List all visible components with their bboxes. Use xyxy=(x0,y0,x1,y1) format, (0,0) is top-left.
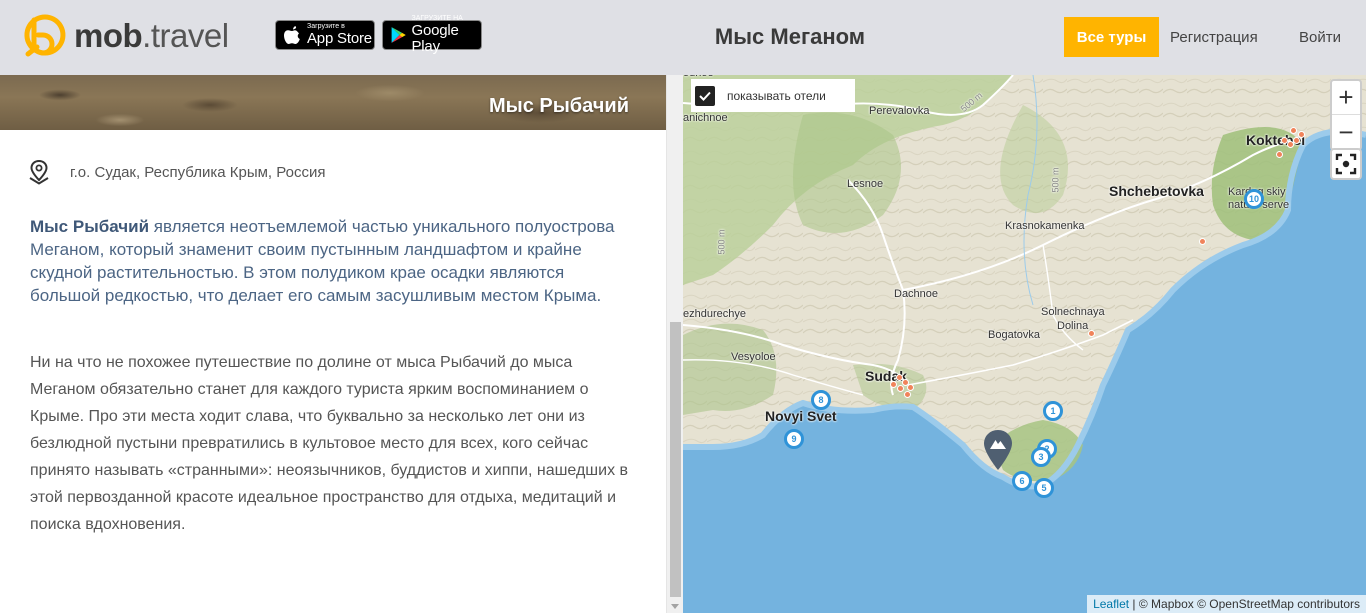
logo-icon xyxy=(24,14,66,57)
hotel-dot[interactable] xyxy=(1276,151,1283,158)
place-label: ezhdurechye xyxy=(683,308,746,320)
hero-image: Мыс Рыбачий xyxy=(0,75,666,130)
leaflet-link[interactable]: Leaflet xyxy=(1093,597,1129,611)
hotel-dot[interactable] xyxy=(904,391,911,398)
location-text: г.о. Судак, Республика Крым, Россия xyxy=(70,163,326,181)
location-row: г.о. Судак, Республика Крым, Россия xyxy=(28,159,325,185)
scrollbar[interactable] xyxy=(666,75,683,613)
attribution-text: | © Mapbox © OpenStreetMap contributors xyxy=(1129,597,1360,611)
hotel-dot[interactable] xyxy=(897,385,904,392)
lead-bold: Мыс Рыбачий xyxy=(30,217,150,236)
body-paragraph: Ни на что не похожее путешествие по доли… xyxy=(30,354,629,533)
app-store-label: App Store xyxy=(307,30,372,47)
checkbox-checked-icon[interactable] xyxy=(695,85,715,106)
google-play-button[interactable]: ЗАГРУЗИТЕ НА Google Play xyxy=(382,15,482,55)
map-marker[interactable]: 9 xyxy=(784,429,804,449)
hotel-dot[interactable] xyxy=(1088,330,1095,337)
place-label-krasnokamenka: Krasnokamenka xyxy=(1005,220,1085,232)
app-store-button[interactable]: Загрузите в App Store xyxy=(275,20,375,50)
show-hotels-label: показывать отели xyxy=(727,88,826,103)
hotel-dot[interactable] xyxy=(1293,137,1300,144)
map-marker[interactable]: 8 xyxy=(811,390,831,410)
place-label-perevalovka: Perevalovka xyxy=(869,105,930,117)
hotel-dot[interactable] xyxy=(907,384,914,391)
scrollbar-thumb[interactable] xyxy=(670,322,681,597)
hotel-dot[interactable] xyxy=(1199,238,1206,245)
map-marker[interactable]: 6 xyxy=(1012,471,1032,491)
hotel-dot[interactable] xyxy=(1290,127,1297,134)
top-bar: mob.travel Загрузите в App Store ЗАГРУЗИТ… xyxy=(0,0,1366,75)
all-tours-button[interactable]: Все туры xyxy=(1064,17,1159,57)
lead-paragraph: Мыс Рыбачий является неотъемлемой частью… xyxy=(30,215,620,307)
elevation-label: 500 m xyxy=(716,229,727,255)
map-base xyxy=(683,75,1366,490)
map-marker[interactable]: 5 xyxy=(1034,478,1054,498)
map-attribution: Leaflet | © Mapbox © OpenStreetMap contr… xyxy=(1087,595,1366,613)
place-label: anichnoe xyxy=(683,112,728,124)
map[interactable]: odnoe anichnoe Perevalovka Lesnoe Krasno… xyxy=(683,75,1366,613)
hotel-dot[interactable] xyxy=(890,381,897,388)
hero-title: Мыс Рыбачий xyxy=(488,95,629,117)
place-label-shchebetovka: Shchebetovka xyxy=(1109,183,1204,199)
place-label-novyi-svet: Novyi Svet xyxy=(765,408,837,424)
apple-icon xyxy=(284,26,300,44)
place-label-lesnoe: Lesnoe xyxy=(847,178,884,190)
map-marker[interactable]: 1 xyxy=(1043,401,1063,421)
place-label-dolina: Dolina xyxy=(1057,320,1089,332)
hotel-dot[interactable] xyxy=(1298,131,1305,138)
mountain-pin-icon[interactable] xyxy=(983,429,1013,471)
zoom-out-button[interactable]: − xyxy=(1332,115,1360,149)
map-marker[interactable]: 3 xyxy=(1031,447,1051,467)
google-play-label: Google Play xyxy=(411,22,459,55)
map-marker[interactable]: 10 xyxy=(1244,189,1264,209)
page-title: Мыс Меганом xyxy=(714,24,866,49)
place-label-bogatovka: Bogatovka xyxy=(988,329,1040,341)
description-panel: Мыс Рыбачий г.о. Судак, Республика Крым,… xyxy=(0,75,666,613)
place-label-vesyoloe: Vesyoloe xyxy=(731,351,776,363)
logo-wordmark: mob.travel xyxy=(74,17,229,54)
place-label-dachnoe: Dachnoe xyxy=(894,288,939,300)
fullscreen-button[interactable] xyxy=(1330,148,1362,180)
register-link[interactable]: Регистрация xyxy=(1170,29,1258,46)
zoom-in-button[interactable]: + xyxy=(1332,81,1360,115)
show-hotels-toggle[interactable]: показывать отели xyxy=(691,79,855,112)
google-play-icon xyxy=(391,27,406,43)
location-pin-icon xyxy=(29,159,49,185)
fullscreen-icon xyxy=(1335,153,1357,175)
zoom-control: + − xyxy=(1330,79,1362,151)
login-link[interactable]: Войти xyxy=(1299,29,1341,46)
logo[interactable]: mob.travel xyxy=(24,14,229,58)
elevation-label: 500 m xyxy=(1050,167,1061,193)
place-label-solnechnaya: Solnechnaya xyxy=(1041,306,1105,318)
scroll-down-arrow-icon[interactable] xyxy=(671,604,679,609)
